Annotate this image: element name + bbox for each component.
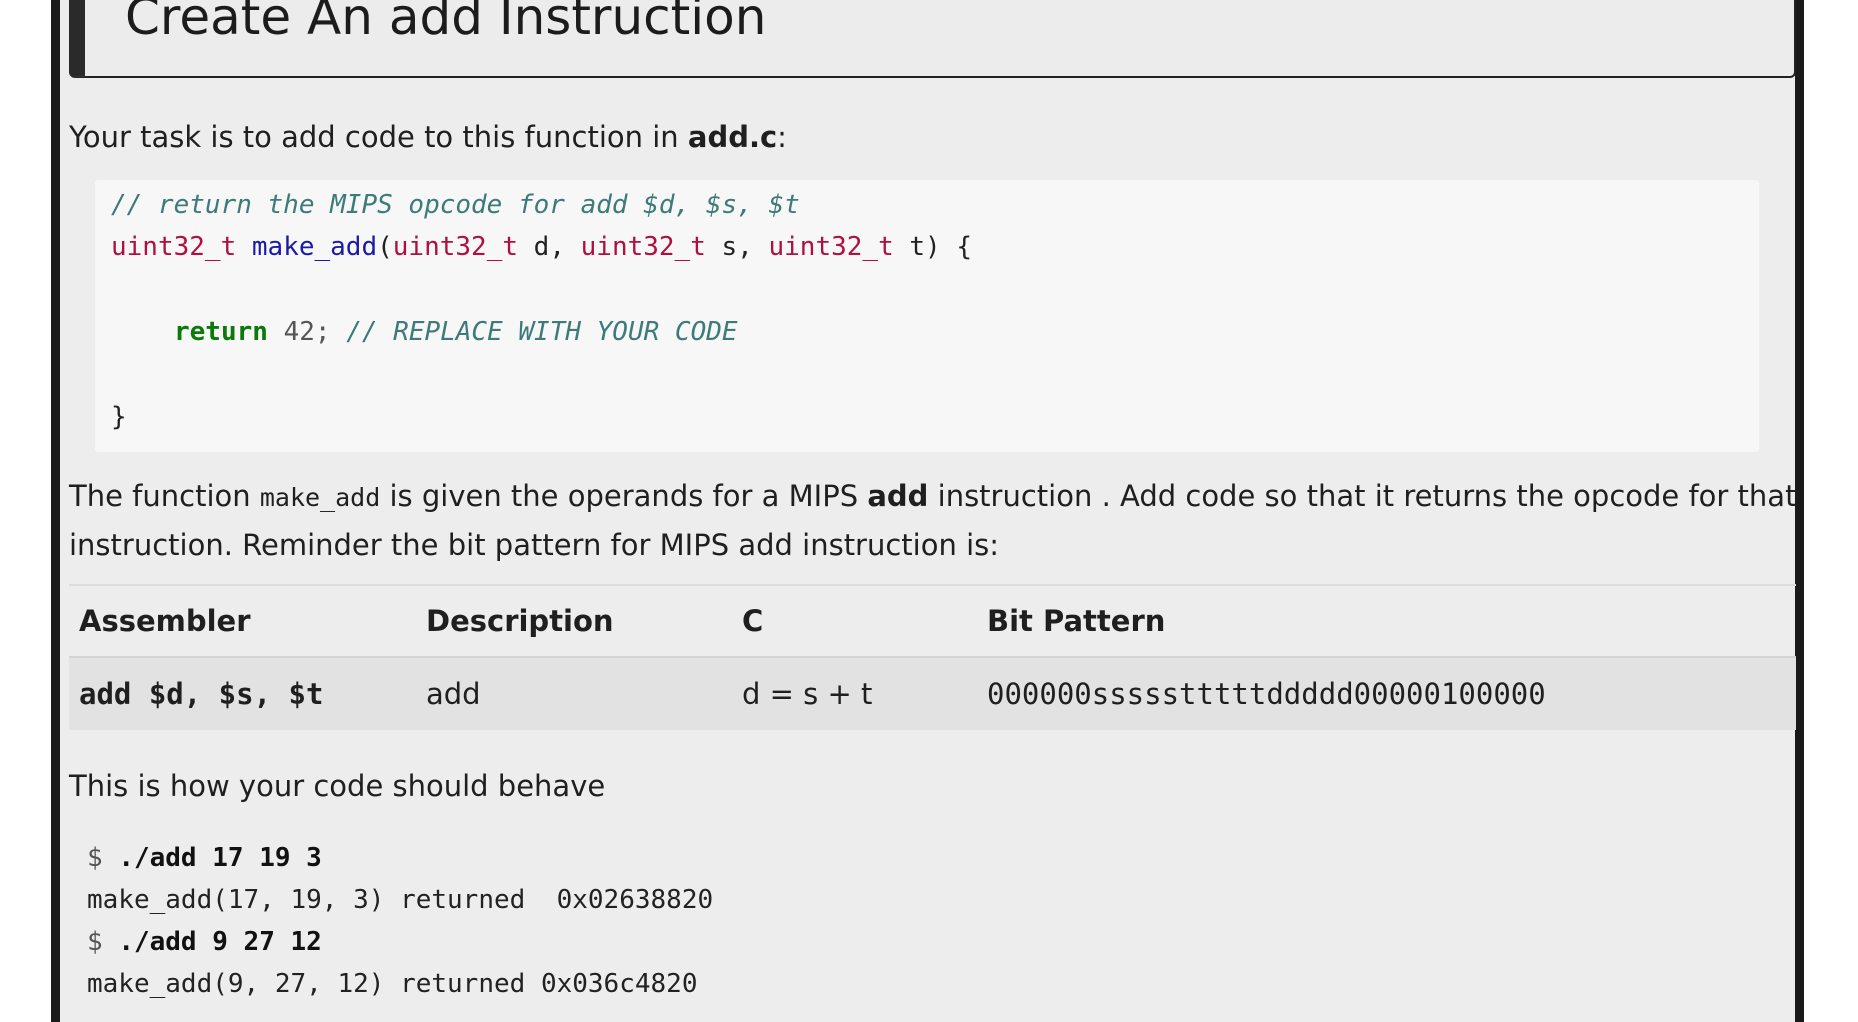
- code-return-value: 42;: [267, 317, 347, 347]
- code-param-d: d,: [518, 232, 581, 262]
- intro-text: Your task is to add code to this functio…: [69, 113, 787, 162]
- terminal-cmd: ./add 9 27 12: [118, 927, 322, 957]
- desc-function-name: make_add: [259, 483, 381, 512]
- intro-file: add.c: [687, 120, 778, 154]
- header-bit-pattern: Bit Pattern: [977, 584, 1796, 657]
- desc-part-3: instruction . Add code so that it return…: [928, 479, 1797, 513]
- intro-prefix: Your task is to add code to this functio…: [69, 120, 688, 154]
- header-description: Description: [416, 584, 732, 657]
- code-comment-line: // return the MIPS opcode for add $d, $s…: [111, 190, 800, 220]
- code-return-comment: // REPLACE WITH YOUR CODE: [346, 317, 738, 347]
- code-param-type-d: uint32_t: [392, 232, 519, 262]
- table-header-row: Assembler Description C Bit Pattern: [69, 584, 1796, 657]
- code-block: // return the MIPS opcode for add $d, $s…: [95, 180, 1759, 452]
- desc-part-1: The function: [69, 479, 260, 513]
- cell-description: add: [416, 656, 732, 730]
- code-param-type-t: uint32_t: [768, 232, 894, 262]
- header-assembler: Assembler: [69, 584, 416, 657]
- code-return-type: uint32_t: [111, 232, 237, 262]
- terminal-command-1: $ ./add 17 19 3: [87, 843, 322, 873]
- terminal-output-1: make_add(17, 19, 3) returned 0x02638820: [87, 885, 714, 915]
- description-line-2: instruction. Reminder the bit pattern fo…: [69, 528, 1000, 562]
- header-c: C: [732, 584, 977, 657]
- bit-pattern-table: Assembler Description C Bit Pattern add …: [69, 584, 1796, 730]
- terminal-prompt: $: [87, 843, 119, 873]
- code-paren-open: (: [377, 232, 393, 262]
- code-param-type-s: uint32_t: [580, 232, 706, 262]
- code-close-brace: }: [111, 402, 127, 432]
- content-frame: Create An add Instruction Your task is t…: [51, 0, 1804, 1022]
- page-title: Create An add Instruction: [125, 0, 767, 46]
- code-param-s: s,: [705, 232, 769, 262]
- code-signature-line: uint32_t make_add(uint32_t d, uint32_t s…: [111, 232, 972, 262]
- code-param-t: t) {: [893, 232, 973, 262]
- cell-bit-pattern: 000000ssssstttttddddd00000100000: [977, 656, 1796, 730]
- code-return-keyword: return: [174, 317, 268, 347]
- cell-c: d = s + t: [732, 656, 977, 730]
- description-line-1: The function make_add is given the opera…: [69, 472, 1796, 522]
- code-return-line: return 42; // REPLACE WITH YOUR CODE: [174, 317, 738, 347]
- behave-text: This is how your code should behave: [69, 769, 606, 803]
- code-comment: // return the MIPS opcode for add $d, $s…: [111, 190, 800, 220]
- cell-assembler: add $d, $s, $t: [69, 656, 416, 730]
- desc-part-2: is given the operands for a MIPS: [380, 479, 868, 513]
- intro-suffix: :: [777, 120, 787, 154]
- terminal-output-2: make_add(9, 27, 12) returned 0x036c4820: [87, 969, 698, 999]
- code-function-name: make_add: [251, 232, 378, 262]
- desc-bold-add: add: [867, 479, 929, 513]
- terminal-prompt: $: [87, 927, 119, 957]
- terminal-command-2: $ ./add 9 27 12: [87, 927, 322, 957]
- title-box: Create An add Instruction: [69, 0, 1796, 78]
- terminal-cmd: ./add 17 19 3: [118, 843, 322, 873]
- table-row: add $d, $s, $t add d = s + t 000000sssss…: [69, 656, 1796, 730]
